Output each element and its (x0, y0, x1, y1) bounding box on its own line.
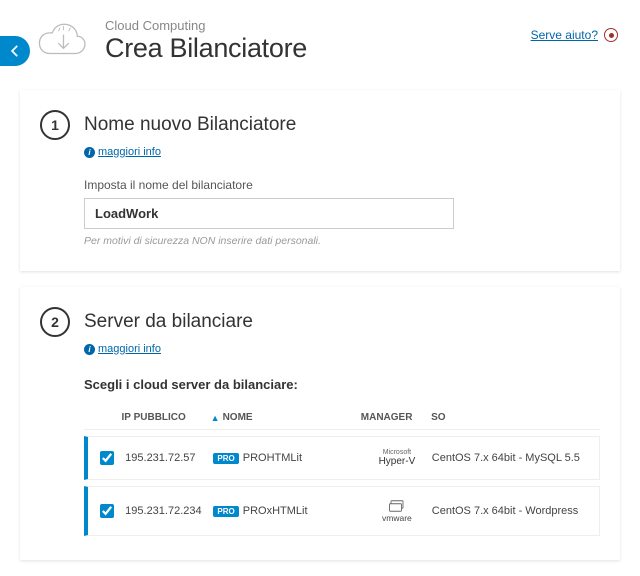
manager-hyperv-icon: Microsoft Hyper-V (362, 449, 432, 467)
step1-more-info-link[interactable]: maggiori info (98, 146, 161, 158)
info-icon: i (84, 344, 95, 355)
info-icon: i (84, 147, 95, 158)
server-row[interactable]: 195.231.72.57 PRO PROHTMLit Microsoft Hyp… (84, 436, 600, 480)
balancer-name-input[interactable] (84, 198, 454, 229)
cloud-icon (36, 18, 91, 58)
pro-badge: PRO (213, 506, 238, 517)
chevron-left-icon (8, 44, 22, 58)
balancer-name-label: Imposta il nome del bilanciatore (84, 178, 600, 192)
pro-badge: PRO (213, 453, 238, 464)
step2-number: 2 (40, 307, 70, 337)
step1-card: 1 Nome nuovo Bilanciatore imaggiori info… (20, 90, 620, 271)
step2-title: Server da bilanciare (84, 311, 253, 333)
server-os: CentOS 7.x 64bit - MySQL 5.5 (432, 452, 599, 464)
server-name: PROxHTMLit (243, 505, 308, 517)
step2-more-info-link[interactable]: maggiori info (98, 343, 161, 355)
help-icon[interactable] (604, 28, 618, 42)
col-ip-header[interactable]: IP PUBBLICO (122, 412, 211, 423)
balancer-name-hint: Per motivi di sicurezza NON inserire dat… (84, 235, 600, 247)
server-ip: 195.231.72.57 (125, 452, 213, 464)
server-name: PROHTMLit (243, 452, 302, 464)
manager-vmware-icon: vmware (362, 499, 432, 523)
step1-number: 1 (40, 110, 70, 140)
server-ip: 195.231.72.234 (125, 505, 213, 517)
back-button[interactable] (0, 36, 30, 66)
server-checkbox[interactable] (100, 504, 114, 518)
server-row[interactable]: 195.231.72.234 PRO PROxHTMLit vmware Cent… (84, 486, 600, 536)
server-table-header: IP PUBBLICO ▲ NOME MANAGER SO (84, 406, 600, 430)
sort-asc-icon: ▲ (211, 413, 220, 423)
col-so-header[interactable]: SO (431, 412, 600, 423)
col-manager-header[interactable]: MANAGER (361, 412, 431, 423)
server-checkbox[interactable] (100, 451, 114, 465)
col-name-header[interactable]: ▲ NOME (211, 412, 361, 423)
step1-title: Nome nuovo Bilanciatore (84, 114, 296, 136)
server-os: CentOS 7.x 64bit - Wordpress (432, 505, 599, 517)
step2-card: 2 Server da bilanciare imaggiori info Sc… (20, 287, 620, 560)
page-header: Cloud Computing Crea Bilanciatore Serve … (0, 0, 640, 74)
choose-servers-label: Scegli i cloud server da bilanciare: (84, 377, 600, 392)
help-section: Serve aiuto? (531, 28, 618, 42)
help-link[interactable]: Serve aiuto? (531, 28, 598, 42)
